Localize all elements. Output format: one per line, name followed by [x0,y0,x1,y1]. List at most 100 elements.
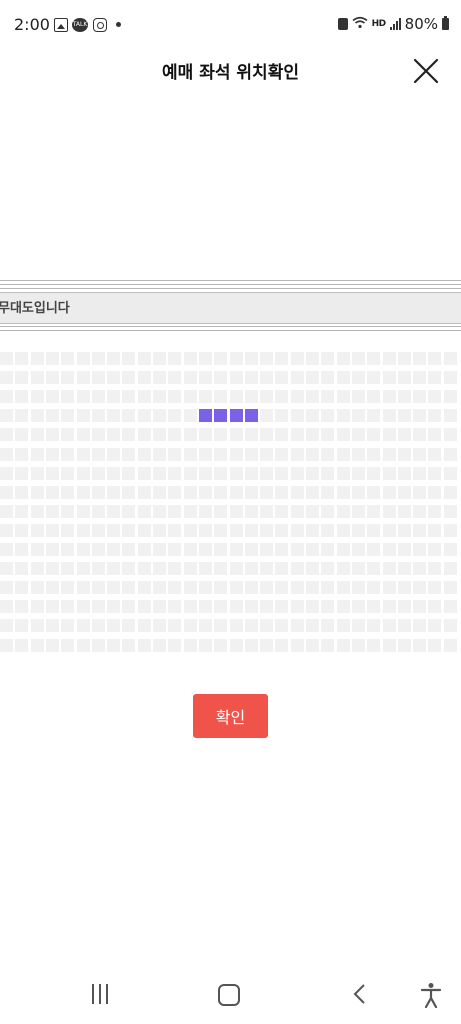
seat[interactable] [214,619,227,632]
seat[interactable] [15,448,28,461]
seat[interactable] [214,448,227,461]
seat[interactable] [444,505,457,518]
seat[interactable] [398,505,411,518]
confirm-button[interactable]: 확인 [193,694,268,738]
seat[interactable] [413,467,426,480]
seat[interactable] [107,448,120,461]
seat[interactable] [367,639,380,652]
seat[interactable] [352,562,365,575]
seat[interactable] [352,619,365,632]
seat[interactable] [352,486,365,499]
seat[interactable] [260,409,273,422]
seat[interactable] [31,639,44,652]
seat[interactable] [168,371,181,384]
seat[interactable] [15,352,28,365]
seat[interactable] [199,428,212,441]
seat[interactable] [383,409,396,422]
seat[interactable] [230,639,243,652]
seat[interactable] [245,600,258,613]
seat[interactable] [31,543,44,556]
seat[interactable] [31,428,44,441]
seat[interactable] [260,390,273,403]
seat[interactable] [383,600,396,613]
seat[interactable] [199,619,212,632]
seat[interactable] [61,639,74,652]
seat[interactable] [15,371,28,384]
seat[interactable] [153,619,166,632]
seat[interactable] [184,390,197,403]
seat[interactable] [168,639,181,652]
seat[interactable] [306,639,319,652]
seat[interactable] [214,486,227,499]
seat[interactable] [275,409,288,422]
seat[interactable] [61,409,74,422]
seat[interactable] [383,390,396,403]
seat[interactable] [321,371,334,384]
seat[interactable] [46,486,59,499]
seat[interactable] [122,600,135,613]
seat[interactable] [184,619,197,632]
seat[interactable] [413,448,426,461]
seat[interactable] [291,371,304,384]
seat[interactable] [398,390,411,403]
seat[interactable] [168,581,181,594]
seat[interactable] [15,581,28,594]
seat[interactable] [352,428,365,441]
seat[interactable] [46,543,59,556]
seat[interactable] [245,448,258,461]
seat[interactable] [15,619,28,632]
seat[interactable] [444,524,457,537]
seat[interactable] [428,467,441,480]
seat[interactable] [122,505,135,518]
seat[interactable] [398,352,411,365]
seat[interactable] [428,543,441,556]
seat[interactable] [153,505,166,518]
seat[interactable] [444,639,457,652]
seat[interactable] [0,486,13,499]
seat[interactable] [77,428,90,441]
seat[interactable] [230,543,243,556]
seat[interactable] [61,428,74,441]
accessibility-icon[interactable] [420,982,442,1009]
seat[interactable] [291,448,304,461]
seat[interactable] [306,409,319,422]
seat[interactable] [444,352,457,365]
seat[interactable] [428,428,441,441]
seat[interactable] [291,581,304,594]
seat[interactable] [184,371,197,384]
selected-seat[interactable] [245,409,258,422]
seat[interactable] [15,409,28,422]
seat[interactable] [413,639,426,652]
seat[interactable] [245,543,258,556]
seat[interactable] [383,543,396,556]
seat[interactable] [398,524,411,537]
seat[interactable] [245,619,258,632]
seat[interactable] [291,428,304,441]
seat[interactable] [291,409,304,422]
seat[interactable] [306,562,319,575]
seat[interactable] [306,524,319,537]
seat[interactable] [107,409,120,422]
seat[interactable] [31,390,44,403]
seat[interactable] [275,448,288,461]
seat[interactable] [337,524,350,537]
seat[interactable] [15,505,28,518]
seat[interactable] [260,600,273,613]
seat[interactable] [122,639,135,652]
seat[interactable] [321,524,334,537]
seat[interactable] [383,524,396,537]
seat[interactable] [428,505,441,518]
seat[interactable] [153,581,166,594]
seat[interactable] [352,371,365,384]
seat[interactable] [291,524,304,537]
seat[interactable] [306,486,319,499]
seat[interactable] [352,581,365,594]
seat[interactable] [92,505,105,518]
seat[interactable] [398,448,411,461]
seat[interactable] [337,428,350,441]
seat[interactable] [321,505,334,518]
seat[interactable] [199,543,212,556]
seat[interactable] [0,600,13,613]
seat[interactable] [153,371,166,384]
seat[interactable] [138,543,151,556]
